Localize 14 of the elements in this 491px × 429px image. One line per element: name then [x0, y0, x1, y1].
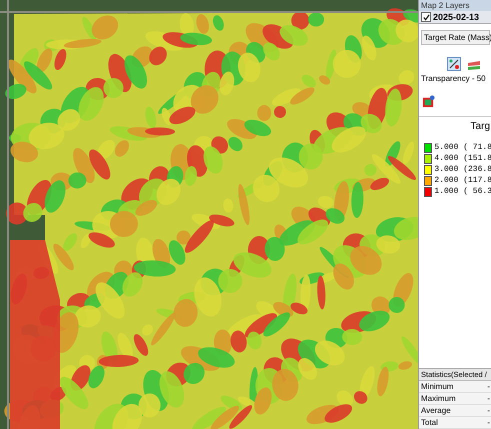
layer-checkbox[interactable]: [421, 12, 431, 22]
legend-title: Targ: [470, 121, 491, 132]
panel-title: Map 2 Layers: [419, 0, 491, 11]
statistic-value: -: [487, 418, 490, 427]
statistic-label: Average: [421, 406, 451, 415]
statistic-label: Minimum: [421, 382, 454, 391]
statistic-label: Total: [421, 418, 438, 427]
chart-layer-icon[interactable]: [422, 95, 435, 108]
points-icon[interactable]: [447, 57, 461, 71]
statistic-value: -: [487, 394, 490, 403]
statistic-value: -: [487, 382, 490, 391]
transparency-label: Transparency - 50: [420, 74, 487, 83]
statistic-label: Maximum: [421, 394, 456, 403]
statistic-value: -: [487, 406, 490, 415]
